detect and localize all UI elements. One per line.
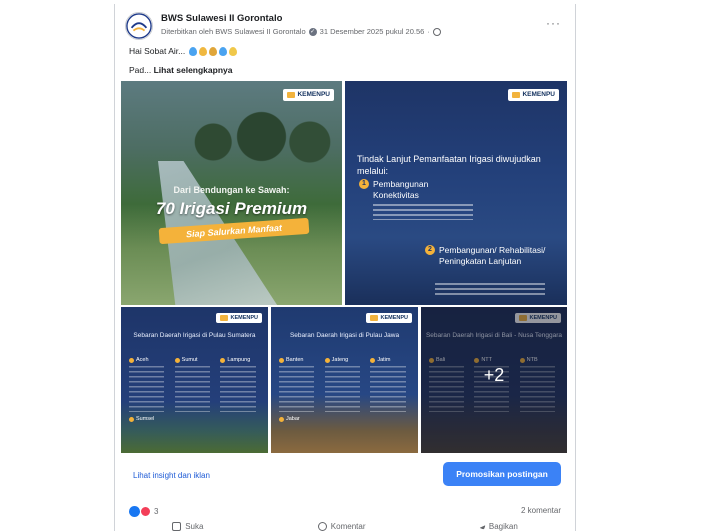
- hand-icon: [229, 46, 238, 56]
- trophy-icon: [209, 46, 218, 56]
- tile1-title: 70 Irigasi Premium: [155, 199, 308, 218]
- droplet-icon: [189, 46, 198, 56]
- tile4-title: Sebaran Daerah Irigasi di Pulau Jawa: [289, 332, 400, 339]
- post-card: BWS Sulawesi II Gorontalo Diterbitkan ol…: [114, 4, 576, 531]
- share-button[interactable]: Bagikan: [479, 519, 518, 531]
- post-header: BWS Sulawesi II Gorontalo Diterbitkan ol…: [125, 10, 565, 40]
- share-icon: [479, 522, 486, 530]
- love-reaction-icon: [140, 506, 151, 517]
- verified-icon: ✓: [308, 27, 317, 36]
- page-name[interactable]: BWS Sulawesi II Gorontalo: [161, 13, 282, 24]
- image-irrigation-premium[interactable]: KEMENPU Dari Bendungan ke Sawah: 70 Irig…: [121, 81, 342, 305]
- image-sumatera[interactable]: KEMENPU Sebaran Daerah Irigasi di Pulau …: [121, 307, 268, 453]
- image-follow-up[interactable]: KEMENPU Tindak Lanjut Pemanfaatan Irigas…: [345, 81, 567, 305]
- reaction-count: 3: [154, 507, 159, 516]
- comment-button[interactable]: Komentar: [317, 519, 365, 531]
- water-emoji-icons: [189, 46, 238, 56]
- kemenpu-logo: KEMENPU: [366, 313, 412, 323]
- like-button[interactable]: Suka: [172, 519, 203, 531]
- tile3-title: Sebaran Daerah Irigasi di Pulau Sumatera: [133, 332, 256, 339]
- comment-icon: [317, 521, 327, 531]
- post-text-line2: Pad... Lihat selengkapnya: [129, 65, 233, 75]
- kemenpu-logo: KEMENPU: [216, 313, 262, 323]
- image-jawa[interactable]: KEMENPU Sebaran Daerah Irigasi di Pulau …: [271, 307, 418, 453]
- published-by[interactable]: Diterbitkan oleh BWS Sulawesi II Goronta…: [161, 27, 306, 36]
- image-grid: KEMENPU Dari Bendungan ke Sawah: 70 Irig…: [121, 81, 567, 453]
- tile2-item-1: 1 Pembangunan Konektivitas: [359, 179, 473, 220]
- tile1-subtitle: Dari Bendungan ke Sawah:: [173, 185, 290, 195]
- person-icon: [199, 46, 208, 56]
- page-avatar[interactable]: [125, 12, 153, 40]
- image-bali-nusa-tenggara[interactable]: KEMENPU Sebaran Daerah Irigasi di Bali -…: [421, 307, 567, 453]
- droplet-icon: [219, 46, 228, 56]
- more-options-button[interactable]: ···: [546, 16, 561, 30]
- bws-logo-icon: [126, 13, 152, 39]
- post-text-line1: Hai Sobat Air...: [129, 46, 238, 56]
- globe-icon: [432, 27, 441, 36]
- promote-post-button[interactable]: Promosikan postingan: [443, 462, 561, 486]
- post-actions: Suka Komentar Bagikan: [115, 519, 575, 531]
- insight-link[interactable]: Lihat insight dan iklan: [133, 471, 210, 480]
- kemenpu-logo: KEMENPU: [508, 89, 559, 101]
- thumbs-up-icon: [172, 521, 182, 531]
- more-images-count[interactable]: +2: [421, 365, 567, 386]
- post-timestamp[interactable]: 31 Desember 2025 pukul 20.56: [320, 27, 425, 36]
- kemenpu-logo: KEMENPU: [283, 89, 334, 101]
- tile2-item-2: 2 Pembangunan/ Rehabilitasi/ Peningkatan …: [425, 245, 554, 267]
- comment-count[interactable]: 2 komentar: [521, 506, 561, 515]
- like-reaction-icon: [129, 506, 140, 517]
- post-meta: Diterbitkan oleh BWS Sulawesi II Goronta…: [161, 27, 441, 36]
- tile2-heading: Tindak Lanjut Pemanfaatan Irigasi diwuju…: [357, 154, 541, 176]
- see-more-link[interactable]: Lihat selengkapnya: [154, 65, 233, 75]
- reaction-summary[interactable]: 3: [129, 506, 158, 517]
